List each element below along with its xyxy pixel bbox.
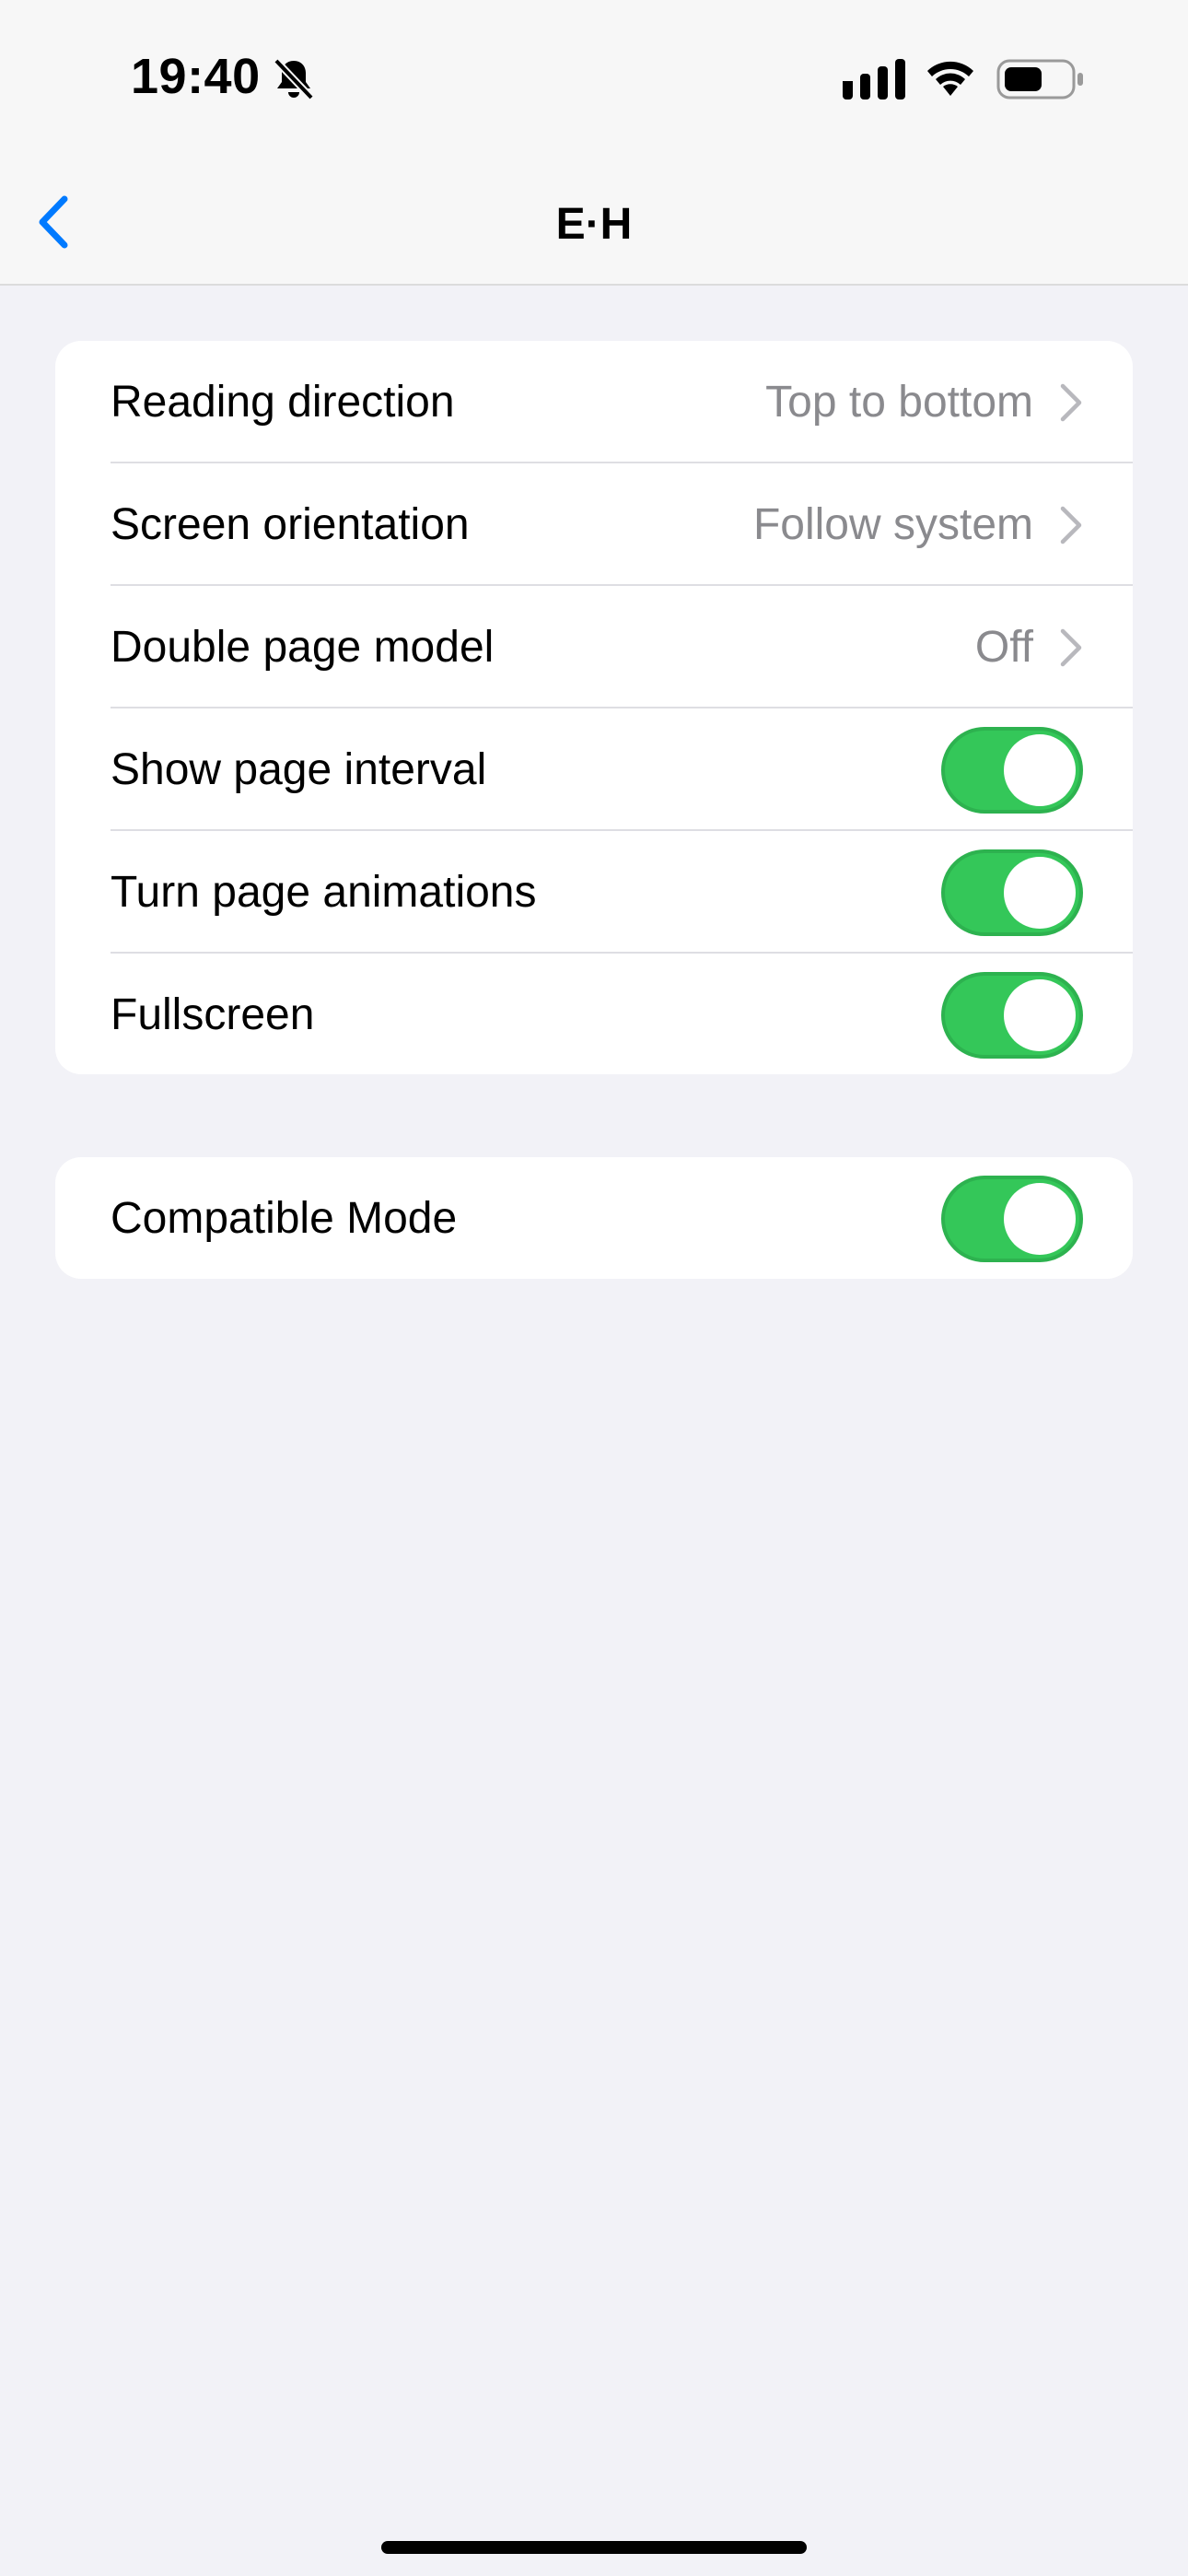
fullscreen-toggle[interactable] (941, 971, 1083, 1059)
top-bar: 19:40 E·H (0, 0, 1188, 286)
fullscreen-row: Fullscreen (55, 954, 1133, 1074)
compatibility-group: Compatible Mode (55, 1157, 1133, 1279)
wifi-icon (927, 61, 973, 96)
row-value: Top to bottom (765, 378, 1033, 427)
bell-slash-icon (274, 58, 314, 100)
row-label: Compatible Mode (111, 1194, 458, 1243)
turn-page-animations-toggle[interactable] (941, 849, 1083, 936)
show-page-interval-toggle[interactable] (941, 726, 1083, 814)
chevron-right-icon (1060, 628, 1082, 666)
toggle-knob (1004, 978, 1076, 1051)
screen: 19:40 E·H Reading direction Top to botto… (0, 0, 1188, 2576)
toggle-knob (1004, 733, 1076, 806)
home-indicator[interactable] (381, 2541, 807, 2554)
chevron-right-icon (1060, 383, 1082, 421)
reader-settings-group: Reading direction Top to bottom Screen o… (55, 341, 1133, 1074)
toggle-knob (1004, 856, 1076, 929)
chevron-right-icon (1060, 506, 1082, 544)
row-label: Show page interval (111, 745, 487, 794)
turn-page-animations-row: Turn page animations (55, 831, 1133, 954)
reading-direction-row[interactable]: Reading direction Top to bottom (55, 341, 1133, 463)
compatible-mode-toggle[interactable] (941, 1175, 1083, 1262)
row-value: Off (974, 623, 1033, 672)
nav-title: E·H (555, 200, 633, 249)
row-label: Double page model (111, 623, 495, 672)
double-page-model-row[interactable]: Double page model Off (55, 586, 1133, 708)
row-label: Reading direction (111, 378, 455, 427)
status-time: 19:40 (131, 49, 261, 104)
battery-icon (996, 59, 1083, 100)
row-label: Turn page animations (111, 868, 537, 917)
screen-orientation-row[interactable]: Screen orientation Follow system (55, 463, 1133, 586)
row-value: Follow system (752, 500, 1033, 549)
row-label: Fullscreen (111, 990, 315, 1039)
compatible-mode-row: Compatible Mode (55, 1157, 1133, 1279)
toggle-knob (1004, 1182, 1076, 1255)
row-label: Screen orientation (111, 500, 470, 549)
cellular-signal-icon (843, 59, 905, 100)
show-page-interval-row: Show page interval (55, 708, 1133, 831)
